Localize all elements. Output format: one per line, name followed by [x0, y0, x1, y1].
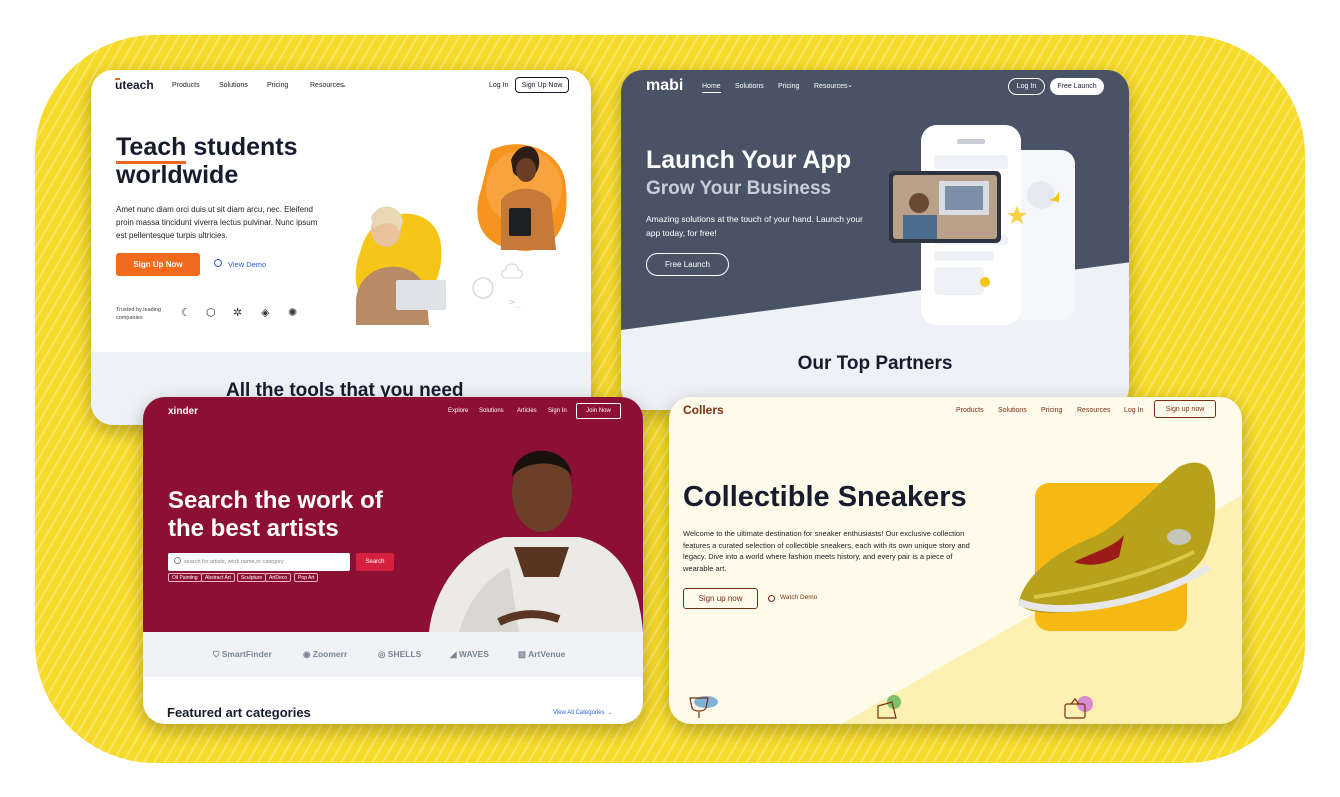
collers-nav-solutions[interactable]: Solutions [998, 407, 1027, 414]
xinder-tag-oil-painting[interactable]: Oil Painting [168, 573, 202, 582]
uteach-view-demo-link[interactable]: View Demo [228, 260, 266, 269]
shell-icon: ◎ [378, 649, 388, 659]
uteach-trusted-label: Trusted by leading companies [116, 307, 162, 321]
collers-logo[interactable]: Collers [683, 403, 724, 417]
xinder-join-button[interactable]: Join Now [576, 403, 621, 419]
mabi-nav-solutions[interactable]: Solutions [735, 83, 764, 90]
xinder-view-all-link[interactable]: View All Categories → [553, 710, 612, 716]
mabi-description: Amazing solutions at the touch of your h… [646, 214, 863, 238]
xinder-search-button[interactable]: Search [356, 553, 394, 571]
xinder-nav-articles[interactable]: Articles [517, 408, 537, 414]
uteach-hero-illustration: >_ [355, 144, 567, 325]
uteach-headline-highlight: Teach [116, 133, 187, 164]
uteach-signup-button[interactable]: Sign Up Now [116, 253, 200, 276]
mabi-nav-pricing[interactable]: Pricing [778, 83, 799, 90]
collers-nav-products[interactable]: Products [956, 407, 984, 414]
partner-logo-hexagon-icon: ⬡ [206, 307, 216, 319]
partner-logo-atom-icon: ✺ [288, 307, 298, 319]
shield-icon: ⛉ [213, 649, 222, 659]
xinder-headline: Search the work of the best artists [168, 487, 383, 542]
partner-zoomerr: ◉ Zoomerr [303, 649, 348, 659]
uteach-landing-card: uteach Products Solutions Pricing Resour… [91, 70, 591, 425]
mabi-partners-title: Our Top Partners [797, 353, 953, 374]
chevron-down-icon: ⌄ [847, 82, 853, 89]
tv-icon [1064, 696, 1093, 719]
xinder-tag-sculpture[interactable]: Sculpture [237, 573, 267, 582]
mabi-subheadline: Grow Your Business [646, 178, 832, 199]
partner-waves: ◢ WAVES [450, 649, 489, 659]
collers-landing-card: Collers Products Solutions Pricing Resou… [669, 397, 1242, 724]
collers-signup-button[interactable]: Sign up now [683, 588, 758, 609]
mabi-login-button[interactable]: Log In [1008, 78, 1045, 95]
xinder-landing-card: xinder Explore Solutions Articles Sign I… [143, 397, 643, 724]
partner-logo-crescent-icon: ☾ [181, 307, 191, 319]
play-circle-icon [214, 259, 222, 267]
mabi-nav-home[interactable]: Home [702, 83, 721, 93]
uteach-login-link[interactable]: Log In [489, 82, 508, 89]
mabi-free-launch-nav-button[interactable]: Free Launch [1050, 78, 1104, 95]
mabi-logo[interactable]: mabi [646, 77, 683, 95]
collers-sneaker-image [1017, 462, 1216, 614]
play-circle-icon [768, 595, 775, 602]
uteach-logo[interactable]: uteach [115, 78, 154, 92]
chevron-down-icon: ⌄ [341, 82, 347, 89]
xinder-logo[interactable]: xinder [168, 406, 198, 417]
wave-icon: ◢ [450, 649, 459, 659]
partner-logo-cube-icon: ◈ [261, 307, 270, 319]
xinder-signin-link[interactable]: Sign In [548, 408, 567, 414]
xinder-nav-solutions[interactable]: Solutions [479, 408, 504, 414]
arrow-right-icon: → [604, 710, 613, 716]
svg-text:>_: >_ [509, 297, 522, 308]
uteach-nav-pricing[interactable]: Pricing [267, 82, 288, 89]
xinder-nav-explore[interactable]: Explore [448, 408, 468, 414]
partner-artvenue: ▧ ArtVenue [518, 649, 566, 659]
mabi-headline: Launch Your App [646, 146, 852, 174]
partner-logo-gear-icon: ✲ [233, 307, 243, 319]
collers-signup-nav-button[interactable]: Sign up now [1154, 400, 1216, 418]
sneaker-box-icon [877, 695, 901, 719]
xinder-tag-abstract-art[interactable]: Abstract Art [201, 573, 235, 582]
collers-watch-demo-link[interactable]: Watch Demo [780, 594, 817, 601]
xinder-tag-artdeco[interactable]: ArtDeco [265, 573, 292, 582]
uteach-nav-resources[interactable]: Resources [310, 82, 343, 89]
uteach-logo-accent [115, 78, 120, 83]
partner-smartfinder: ⛉ SmartFinder [213, 649, 272, 659]
mabi-landing-card: mabi Home Solutions Pricing Resources ⌄ … [621, 70, 1129, 410]
uteach-signup-nav-button[interactable]: Sign Up Now [515, 77, 569, 93]
artvenue-icon: ▧ [518, 649, 529, 659]
collers-headline: Collectible Sneakers [683, 481, 967, 513]
collers-login-link[interactable]: Log In [1124, 407, 1143, 414]
trophy-icon [689, 696, 718, 718]
uteach-nav-solutions[interactable]: Solutions [219, 82, 248, 89]
xinder-tag-pop-art[interactable]: Pop Art [294, 573, 319, 582]
partner-shells: ◎ SHELLS [378, 649, 422, 659]
uteach-nav-products[interactable]: Products [172, 82, 200, 89]
xinder-artist-photo [429, 450, 643, 632]
bolt-circle-icon: ◉ [303, 649, 313, 659]
mabi-nav-resources[interactable]: Resources [814, 83, 847, 90]
uteach-description: Amet nunc diam orci duis ut sit diam arc… [116, 205, 318, 240]
collers-nav-pricing[interactable]: Pricing [1041, 407, 1062, 414]
collers-nav-resources[interactable]: Resources [1077, 407, 1110, 414]
collers-description: Welcome to the ultimate destination for … [683, 529, 970, 573]
mabi-phone-mockup [889, 125, 1075, 325]
xinder-search-input[interactable]: search for artists, work name,or categor… [168, 553, 350, 571]
mabi-free-launch-button[interactable]: Free Launch [646, 253, 729, 276]
search-icon [174, 557, 181, 564]
xinder-featured-title: Featured art categories [167, 705, 311, 720]
uteach-headline: Teach students worldwide [116, 133, 356, 189]
